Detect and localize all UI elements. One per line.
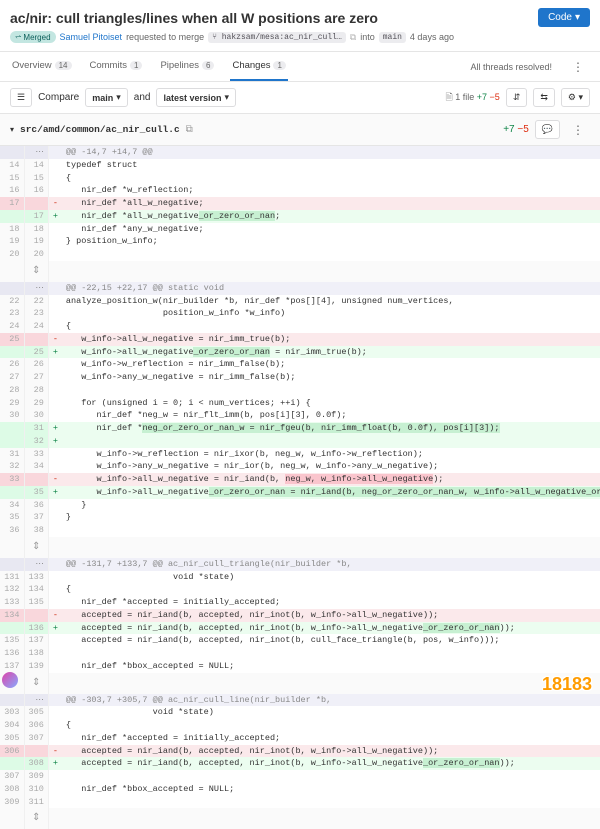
diff-line[interactable]: 3638 (0, 524, 600, 537)
file-header: ▾ src/amd/common/ac_nir_cull.c ⧉ +7 −5 💬… (0, 114, 600, 146)
tab-commits[interactable]: Commits1 (88, 52, 145, 81)
diff-line[interactable]: 305307 nir_def *accepted = initially_acc… (0, 732, 600, 745)
file-icon: 🗎 (445, 92, 452, 102)
diff-line[interactable]: 3537 } (0, 511, 600, 524)
file-stats: +7 −5 (503, 124, 529, 135)
time-ago: 4 days ago (410, 32, 454, 42)
expand-row[interactable]: ⇕ (0, 808, 600, 829)
diff-line[interactable]: 309311 (0, 796, 600, 809)
view-toggle[interactable]: ⇆ (533, 88, 555, 107)
expand-row[interactable]: ⇕ (0, 537, 600, 558)
diff-line[interactable]: 25+ w_info->all_w_negative_or_zero_or_na… (0, 346, 600, 359)
copy-path-icon[interactable]: ⧉ (186, 124, 193, 135)
diff-line[interactable]: 2626 w_info->w_reflection = nir_imm_fals… (0, 358, 600, 371)
merge-icon: ⥋ (15, 32, 21, 42)
source-branch[interactable]: ⑂ hakzsam/mesa:ac_nir_cull… (208, 32, 346, 43)
file-path[interactable]: src/amd/common/ac_nir_cull.c (20, 124, 180, 135)
diff-line[interactable]: 307309 (0, 770, 600, 783)
diff-line[interactable]: 2323 position_w_info *w_info) (0, 307, 600, 320)
file-tree-toggle[interactable]: ☰ (10, 88, 32, 107)
diff-line[interactable]: 304306 { (0, 719, 600, 732)
diff-line[interactable]: 3133 w_info->w_reflection = nir_ixor(b, … (0, 448, 600, 461)
diff-line[interactable]: 137139 nir_def *bbox_accepted = NULL; (0, 660, 600, 673)
diff-line[interactable]: 132134 { (0, 583, 600, 596)
diff-line[interactable]: 308310 nir_def *bbox_accepted = NULL; (0, 783, 600, 796)
tab-pipelines[interactable]: Pipelines6 (158, 52, 216, 81)
expand-icon: ⇕ (32, 813, 40, 824)
status-badge: ⥋Merged (10, 31, 56, 43)
diff-line[interactable]: 32+ (0, 435, 600, 448)
diff-line[interactable]: 1818 nir_def *any_w_negative; (0, 223, 600, 236)
diff-line[interactable]: 133135 nir_def *accepted = initially_acc… (0, 596, 600, 609)
fork-icon: ⑂ (212, 33, 217, 42)
diff-line[interactable]: 303305 void *state) (0, 706, 600, 719)
diff-line[interactable]: 1616 nir_def *w_reflection; (0, 184, 600, 197)
diff-line[interactable]: 135137 accepted = nir_iand(b, accepted, … (0, 634, 600, 647)
diff-line[interactable]: 3436 } (0, 499, 600, 512)
hunk-header: ⋯@@ -303,7 +305,7 @@ ac_nir_cull_line(ni… (0, 694, 600, 707)
diff-line[interactable]: 3030 nir_def *neg_w = nir_flt_imm(b, pos… (0, 409, 600, 422)
diff-line[interactable]: 308+ accepted = nir_iand(b, accepted, ni… (0, 757, 600, 770)
code-button[interactable]: Code ▾ (538, 8, 590, 27)
threads-resolved[interactable]: All threads resolved! (470, 62, 552, 72)
diff-line[interactable]: 31+ nir_def *neg_or_zero_or_nan_w = nir_… (0, 422, 600, 435)
author-link[interactable]: Samuel Pitoiset (60, 32, 123, 42)
compare-label: Compare (38, 92, 79, 103)
file-kebab-icon[interactable]: ⋮ (566, 123, 590, 137)
expand-icon: ⇕ (32, 542, 40, 553)
diff-line[interactable]: 35+ w_info->all_w_negative_or_zero_or_na… (0, 486, 600, 499)
diff-line[interactable]: 2828 (0, 384, 600, 397)
mr-tabs: Overview14 Commits1 Pipelines6 Changes1 … (0, 52, 600, 82)
diff-toolbar: ☰ Compare main ▾ and latest version ▾ 🗎 … (0, 82, 600, 114)
mr-title: ac/nir: cull triangles/lines when all W … (10, 10, 378, 26)
target-branch[interactable]: main (379, 32, 406, 43)
diff-line[interactable]: 2020 (0, 248, 600, 261)
diff-line[interactable]: 17- nir_def *all_w_negative; (0, 197, 600, 210)
comment-icon[interactable]: 💬 (535, 120, 560, 139)
diff-line[interactable]: 134- accepted = nir_iand(b, accepted, ni… (0, 609, 600, 622)
file-summary: 🗎 1 file +7 −5 (445, 90, 499, 106)
diff-line[interactable]: 2424 { (0, 320, 600, 333)
req-text: requested to merge (126, 32, 204, 42)
expand-icon: ⇕ (32, 678, 40, 689)
tab-changes[interactable]: Changes1 (230, 52, 287, 81)
copy-icon[interactable]: ⧉ (350, 32, 356, 43)
diff-line[interactable]: 2222 analyze_position_w(nir_builder *b, … (0, 295, 600, 308)
diff-line[interactable]: 33- w_info->all_w_negative = nir_iand(b,… (0, 473, 600, 486)
expand-row[interactable]: ⇕ (0, 673, 600, 694)
diff-line[interactable]: 1515 { (0, 172, 600, 185)
hunk-header: ⋯@@ -22,15 +22,17 @@ static void (0, 282, 600, 295)
kebab-icon[interactable]: ⋮ (566, 60, 590, 74)
diff-line[interactable]: 131133 void *state) (0, 571, 600, 584)
hunk-header: ⋯@@ -14,7 +14,7 @@ (0, 146, 600, 159)
diff-line[interactable]: 17+ nir_def *all_w_negative_or_zero_or_n… (0, 210, 600, 223)
expand-row[interactable]: ⇕ (0, 261, 600, 282)
chevron-down-icon: ▾ (575, 12, 580, 23)
diff-line[interactable]: 306- accepted = nir_iand(b, accepted, ni… (0, 745, 600, 758)
diff-line[interactable]: 3234 w_info->any_w_negative = nir_ior(b,… (0, 460, 600, 473)
diff-line[interactable]: 136138 (0, 647, 600, 660)
diff-table: ⋯@@ -14,7 +14,7 @@1414 typedef struct151… (0, 146, 600, 829)
diff-line[interactable]: 2929 for (unsigned i = 0; i < num_vertic… (0, 397, 600, 410)
compare-from[interactable]: main ▾ (85, 88, 128, 107)
compare-to[interactable]: latest version ▾ (156, 88, 236, 107)
tab-overview[interactable]: Overview14 (10, 52, 74, 81)
mr-header: ac/nir: cull triangles/lines when all W … (0, 0, 600, 52)
diff-line[interactable]: 2727 w_info->any_w_negative = nir_imm_fa… (0, 371, 600, 384)
expand-toggle[interactable]: ⇵ (506, 88, 528, 107)
avatar[interactable] (2, 672, 18, 688)
hunk-header: ⋯@@ -131,7 +133,7 @@ ac_nir_cull_triangl… (0, 558, 600, 571)
settings-button[interactable]: ⚙ ▾ (561, 88, 590, 107)
diff-line[interactable]: 1414 typedef struct (0, 159, 600, 172)
expand-icon: ⇕ (32, 266, 40, 277)
diff-line[interactable]: 1919 } position_w_info; (0, 235, 600, 248)
diff-line[interactable]: 136+ accepted = nir_iand(b, accepted, ni… (0, 622, 600, 635)
chevron-down-icon[interactable]: ▾ (10, 125, 14, 134)
diff-line[interactable]: 25- w_info->all_w_negative = nir_imm_tru… (0, 333, 600, 346)
watermark-logo: 18183 (542, 674, 592, 695)
